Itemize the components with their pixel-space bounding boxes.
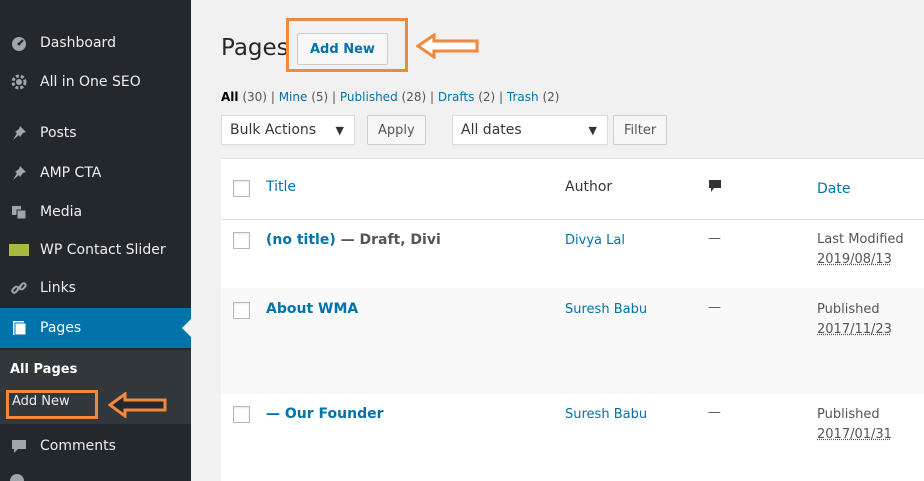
sidebar-item-all-in-one-seo[interactable]: All in One SEO [0, 67, 191, 97]
sidebar-item-comments[interactable]: Comments [0, 431, 191, 461]
page-title: Pages [221, 35, 289, 61]
row-title[interactable]: — Our Founder [266, 406, 384, 422]
pin-icon [6, 124, 32, 142]
row-comments: — [708, 231, 721, 246]
filter-published[interactable]: Published [340, 90, 398, 104]
row-checkbox[interactable] [233, 232, 250, 249]
row-checkbox[interactable] [233, 406, 250, 423]
filter-mine[interactable]: Mine [279, 90, 308, 104]
highlight-box-add-new-submenu [6, 390, 98, 419]
sidebar-item-media[interactable]: Media [0, 197, 191, 227]
row-checkbox[interactable] [233, 302, 250, 319]
filter-button[interactable]: Filter [613, 115, 667, 145]
row-date-status: Published [817, 300, 892, 320]
main-content: Pages Add New All (30) | Mine (5) | Publ… [191, 0, 924, 481]
separator: | [499, 90, 503, 104]
row-title[interactable]: About WMA [266, 301, 358, 317]
date-filter-value: All dates [461, 122, 522, 138]
row-date-status: Last Modified [817, 230, 904, 250]
sidebar-item-label: AMP CTA [40, 165, 101, 181]
link-icon [6, 279, 32, 297]
filter-trash-count: (2) [542, 90, 559, 104]
row-date-value: 2017/11/23 [817, 320, 892, 340]
row-comments: — [708, 405, 721, 420]
sidebar-item-dashboard[interactable]: Dashboard [0, 28, 191, 58]
row-date: Published 2017/01/31 [817, 405, 892, 445]
column-title[interactable]: Title [266, 179, 296, 195]
page-icon [6, 319, 32, 337]
row-title[interactable]: (no title) — Draft, Divi [266, 232, 441, 248]
pages-table: Title Author Date (no title) — Draft, Di… [221, 158, 924, 481]
sidebar-item-links[interactable]: Links [0, 273, 191, 303]
row-comments: — [708, 300, 721, 315]
sidebar-item-label: Posts [40, 125, 77, 141]
sidebar-item-cutoff [10, 472, 130, 481]
row-date: Published 2017/11/23 [817, 300, 892, 340]
filter-all-count: (30) [242, 90, 267, 104]
sidebar-item-posts[interactable]: Posts [0, 118, 191, 148]
row-date: Last Modified 2019/08/13 [817, 230, 904, 270]
select-all-checkbox[interactable] [233, 180, 250, 197]
row-author[interactable]: Suresh Babu [565, 302, 647, 317]
bulk-actions-select[interactable]: Bulk Actions ▼ [221, 115, 355, 145]
highlight-box-add-new [286, 18, 408, 72]
table-row: (no title) — Draft, Divi Divya Lal — Las… [221, 220, 924, 288]
dropdown-caret-icon: ▼ [589, 124, 597, 137]
active-indicator [182, 319, 191, 337]
annotation-arrow-icon [108, 392, 168, 418]
sidebar-item-label: Links [40, 280, 76, 296]
filter-all[interactable]: All [221, 90, 239, 104]
sidebar-item-label: All in One SEO [40, 74, 141, 90]
table-row: — Our Founder Suresh Babu — Published 20… [221, 394, 924, 481]
bulk-actions-value: Bulk Actions [230, 122, 316, 138]
gear-icon [6, 73, 32, 91]
table-row: About WMA Suresh Babu — Published 2017/1… [221, 288, 924, 394]
filter-trash[interactable]: Trash [507, 90, 539, 104]
row-date-value: 2019/08/13 [817, 250, 904, 270]
row-date-status: Published [817, 405, 892, 425]
annotation-arrow-icon [416, 33, 480, 59]
row-title-link[interactable]: (no title) [266, 232, 336, 248]
sidebar-item-label: Dashboard [40, 35, 116, 51]
apply-button[interactable]: Apply [367, 115, 426, 145]
media-icon [6, 203, 32, 221]
sidebar-item-label: Pages [40, 320, 81, 336]
sidebar-item-wp-contact-slider[interactable]: WP Contact Slider [0, 235, 191, 265]
sidebar-item-label: Media [40, 204, 82, 220]
dashboard-icon [6, 34, 32, 52]
separator: | [271, 90, 275, 104]
slider-icon [6, 241, 32, 259]
separator: | [332, 90, 336, 104]
sidebar-item-pages[interactable]: Pages [0, 308, 191, 348]
row-author[interactable]: Divya Lal [565, 233, 625, 248]
filter-published-count: (28) [402, 90, 427, 104]
submenu-all-pages[interactable]: All Pages [10, 362, 77, 377]
table-header: Title Author Date [221, 159, 924, 220]
filter-mine-count: (5) [311, 90, 328, 104]
status-filters: All (30) | Mine (5) | Published (28) | D… [221, 90, 559, 104]
sidebar-item-label: Comments [40, 438, 116, 454]
row-author[interactable]: Suresh Babu [565, 407, 647, 422]
row-date-value: 2017/01/31 [817, 425, 892, 445]
comment-icon[interactable] [708, 179, 722, 197]
column-author: Author [565, 179, 612, 195]
date-filter-select[interactable]: All dates ▼ [452, 115, 608, 145]
dropdown-caret-icon: ▼ [336, 124, 344, 137]
filter-drafts-count: (2) [478, 90, 495, 104]
row-state: — Draft, Divi [336, 232, 441, 248]
separator: | [430, 90, 434, 104]
filter-drafts[interactable]: Drafts [438, 90, 475, 104]
comment-icon [6, 437, 32, 455]
pin-icon [6, 164, 32, 182]
column-date[interactable]: Date [817, 179, 850, 199]
sidebar-item-amp-cta[interactable]: AMP CTA [0, 158, 191, 188]
sidebar-item-label: WP Contact Slider [40, 242, 166, 258]
